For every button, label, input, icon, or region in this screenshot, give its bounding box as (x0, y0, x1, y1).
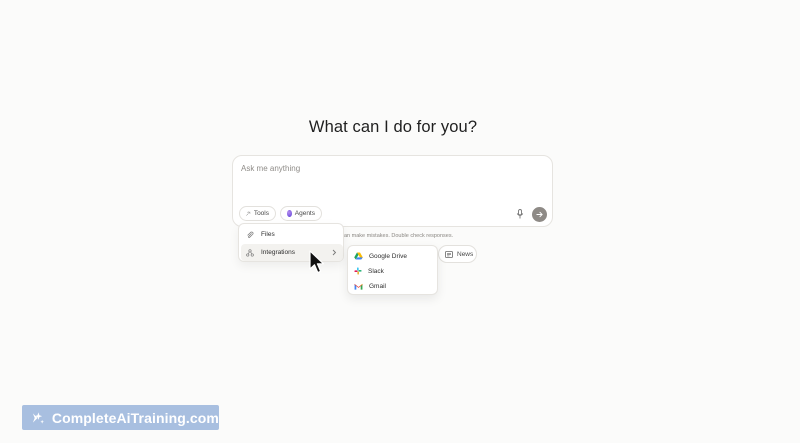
news-label: News (457, 250, 474, 258)
submenu-item-gmail[interactable]: Gmail (354, 280, 386, 292)
chat-composer[interactable]: Ask me anything Tools Agents (232, 155, 553, 227)
submenu-item-google-drive[interactable]: Google Drive (354, 250, 407, 262)
submenu-gmail-label: Gmail (369, 282, 386, 290)
gmail-icon (354, 283, 363, 290)
page-heading: What can I do for you? (308, 118, 478, 136)
chevron-right-icon (332, 249, 337, 256)
integrations-submenu: Google Drive Slack Gmail (347, 245, 438, 295)
agents-label: Agents (294, 210, 315, 217)
watermark-banner: CompleteAiTraining.com (22, 405, 219, 430)
menu-item-integrations[interactable]: Integrations (241, 244, 343, 261)
google-drive-icon (354, 252, 363, 260)
submenu-item-slack[interactable]: Slack (354, 265, 384, 277)
menu-item-files-label: Files (261, 231, 275, 238)
arrow-right-icon (536, 211, 543, 218)
submenu-google-drive-label: Google Drive (369, 252, 407, 260)
agents-button[interactable]: Agents (280, 206, 322, 221)
tools-dropdown-menu: Files Integrations (238, 223, 344, 262)
slack-icon (354, 267, 362, 275)
agents-icon (287, 210, 292, 217)
tools-label: Tools (253, 210, 269, 217)
submenu-slack-label: Slack (368, 267, 384, 275)
menu-item-integrations-label: Integrations (261, 249, 295, 256)
send-button[interactable] (532, 207, 547, 222)
integrations-icon (246, 248, 254, 257)
mouse-cursor-icon (309, 250, 325, 274)
microphone-icon[interactable] (516, 209, 524, 219)
disclaimer-text: an make mistakes. Double check responses… (344, 233, 454, 239)
chat-input-placeholder[interactable]: Ask me anything (241, 164, 300, 173)
tools-icon (246, 211, 251, 216)
watermark-logo-icon (32, 411, 45, 424)
paperclip-icon (247, 231, 254, 238)
watermark-text: CompleteAiTraining.com (51, 409, 219, 426)
news-suggestion-button[interactable]: News (438, 245, 477, 263)
menu-item-files[interactable]: Files (241, 226, 343, 243)
tools-button[interactable]: Tools (239, 206, 276, 221)
newspaper-icon (445, 250, 453, 258)
